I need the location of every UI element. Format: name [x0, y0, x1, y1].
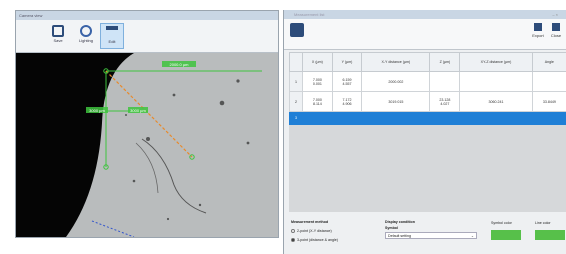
lighting-icon — [80, 25, 92, 37]
camera-toolbar: Save Lighting Edit — [16, 20, 278, 53]
method-label: Measurement method — [291, 220, 329, 224]
line-color-label: Line color — [535, 221, 551, 225]
camera-image[interactable]: 2000.0 µm 3000 µm 3000 µm — [16, 53, 278, 237]
method-option-2point[interactable]: 2-point (X-Y distance) — [291, 229, 332, 233]
symbol-label: Symbol — [385, 226, 398, 230]
column-header[interactable]: Z (µm) — [429, 52, 461, 72]
selected-table-row[interactable]: 3 — [289, 111, 566, 125]
symbol-color-label: Symbol color — [491, 221, 512, 225]
camera-window-title: Camera view — [16, 11, 278, 20]
save-icon — [52, 25, 64, 37]
microscope-view: 2000.0 µm 3000 µm 3000 µm — [16, 53, 262, 237]
close-icon — [552, 23, 560, 31]
display-condition-label: Display condition — [385, 220, 415, 224]
table-row[interactable]: 2 7.000 8.114 7.172 4.906 3019.015 23.12… — [289, 91, 566, 112]
measurement-window-title: Measurement list – × — [284, 10, 566, 19]
camera-icon[interactable] — [290, 23, 304, 37]
method-option-3point[interactable]: 3-point (distance & angle) — [291, 238, 338, 242]
measurement-table: X (µm) Y (µm) X-Y distance (µm) Z (µm) X… — [289, 52, 566, 125]
camera-window: Camera view Save Lighting Edit 2000.0 µm… — [15, 10, 279, 238]
line-color-swatch[interactable] — [535, 230, 565, 240]
export-button[interactable]: Export — [530, 23, 546, 38]
window-controls-icon[interactable]: – × — [552, 10, 558, 19]
radio-icon — [291, 229, 295, 233]
column-header[interactable]: X (µm) — [302, 52, 333, 72]
measurement-table-area: X (µm) Y (µm) X-Y distance (µm) Z (µm) X… — [289, 52, 566, 212]
measurement-toolbar: Export Close — [284, 19, 566, 50]
column-header[interactable]: Angle — [531, 52, 566, 72]
table-header: X (µm) Y (µm) X-Y distance (µm) Z (µm) X… — [289, 52, 566, 72]
display-condition-select[interactable]: Default setting ⌄ — [385, 232, 477, 239]
radio-selected-icon — [291, 238, 295, 242]
edit-icon — [106, 26, 118, 38]
save-button[interactable]: Save — [46, 23, 70, 49]
chevron-down-icon: ⌄ — [470, 234, 474, 238]
column-header[interactable]: Y (µm) — [331, 52, 363, 72]
close-button[interactable]: Close — [548, 23, 564, 38]
symbol-color-swatch[interactable] — [491, 230, 521, 240]
column-header[interactable]: XY-Z distance (µm) — [459, 52, 533, 72]
table-row[interactable]: 1 7.000 0.001 6.159 4.557 2000.002 — [289, 71, 566, 92]
top-annotation: 2000.0 µm — [170, 62, 190, 67]
left-annotation: 3000 µm — [89, 108, 105, 113]
edit-button[interactable]: Edit — [100, 23, 124, 49]
column-header[interactable]: X-Y distance (µm) — [361, 52, 431, 72]
settings-panel: Measurement method 2-point (X-Y distance… — [289, 218, 566, 254]
measurement-window: Measurement list – × Export Close X (µm)… — [283, 10, 566, 254]
mid-annotation: 3000 µm — [130, 108, 146, 113]
export-icon — [534, 23, 542, 31]
lighting-button[interactable]: Lighting — [74, 23, 98, 49]
